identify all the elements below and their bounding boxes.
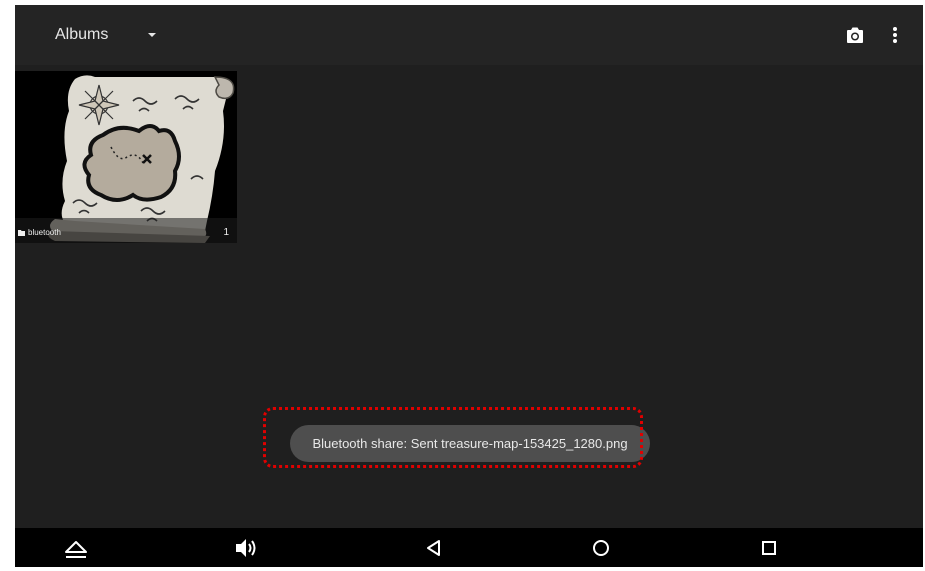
albums-dropdown[interactable]: Albums (45, 17, 175, 53)
album-name: bluetooth (28, 228, 61, 237)
camera-button[interactable] (840, 21, 870, 49)
recents-button[interactable] (753, 532, 785, 564)
gallery-screen: Albums bluetooth 1 Bluetooth share: Sent… (15, 5, 923, 567)
volume-icon (236, 539, 256, 557)
navigation-bar (15, 528, 923, 567)
recents-icon (762, 541, 776, 555)
overflow-menu-button[interactable] (885, 21, 905, 49)
home-icon (593, 540, 609, 556)
albums-title: Albums (55, 26, 109, 43)
camera-icon (847, 27, 863, 43)
folder-icon (18, 230, 25, 236)
collapse-icon (65, 541, 87, 558)
action-bar: Albums (15, 5, 923, 65)
overflow-menu-icon (893, 27, 897, 43)
album-info-bar: bluetooth 1 (15, 218, 237, 243)
dropdown-arrow-icon (148, 33, 156, 37)
toast-highlight-box (263, 407, 643, 468)
album-tile[interactable]: bluetooth 1 (15, 71, 237, 243)
collapse-button[interactable] (60, 532, 92, 564)
back-icon (427, 540, 440, 556)
album-count: 1 (223, 227, 229, 238)
volume-button[interactable] (230, 532, 262, 564)
back-button[interactable] (418, 532, 450, 564)
home-button[interactable] (585, 532, 617, 564)
